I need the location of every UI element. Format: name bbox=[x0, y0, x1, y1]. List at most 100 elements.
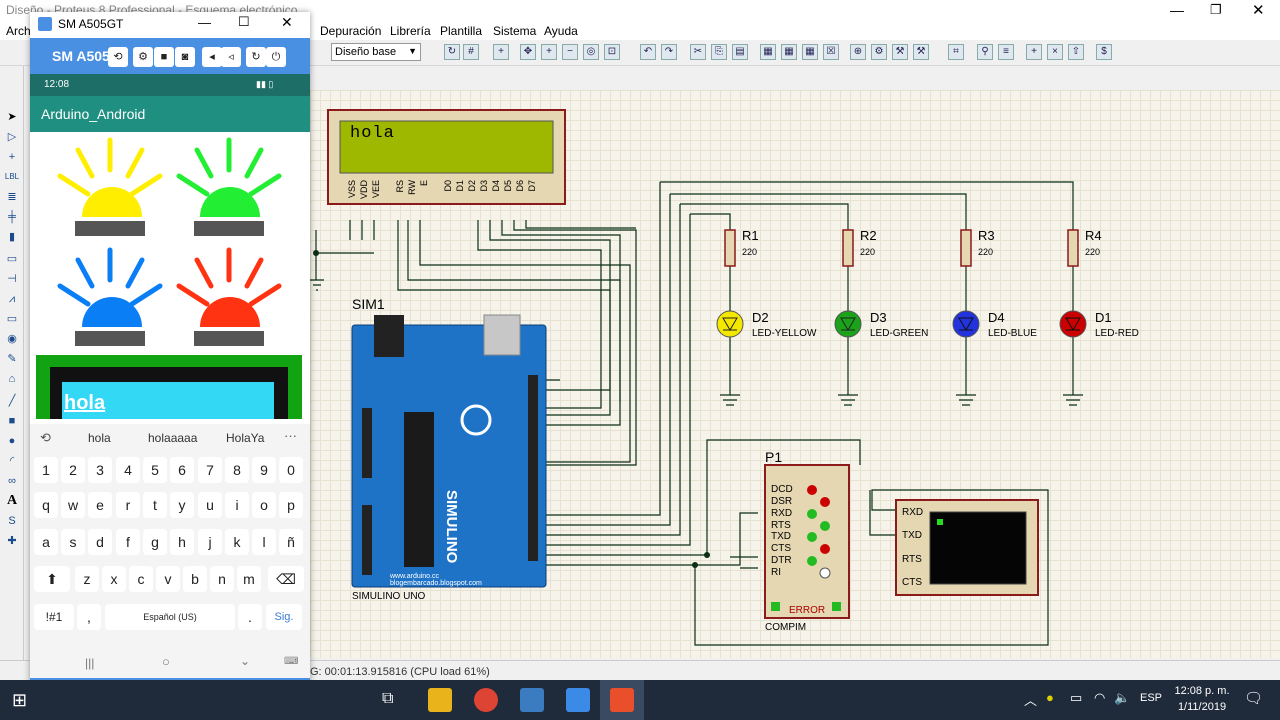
tray-chevron-icon[interactable]: ︿ bbox=[1024, 690, 1037, 709]
key[interactable]: v bbox=[156, 566, 180, 592]
key[interactable]: 7 bbox=[198, 457, 222, 483]
space-key[interactable]: Español (US) bbox=[105, 604, 235, 630]
key[interactable]: n bbox=[210, 566, 234, 592]
property-tool-icon[interactable]: ≡ bbox=[998, 44, 1014, 60]
key[interactable]: g bbox=[143, 529, 167, 555]
box-icon[interactable]: ■ bbox=[4, 414, 20, 428]
task-view-icon[interactable]: ⧉ bbox=[382, 690, 393, 708]
graph-icon[interactable]: ⩘ bbox=[4, 292, 20, 306]
key[interactable]: 0 bbox=[279, 457, 303, 483]
screenshot-icon[interactable]: ◙ bbox=[175, 47, 195, 67]
close-button[interactable]: ✕ bbox=[1252, 1, 1265, 19]
arc-icon[interactable]: ◜ bbox=[4, 454, 20, 468]
exit-parent-icon[interactable]: ⇧ bbox=[1068, 44, 1084, 60]
menu-archivo[interactable]: Arch bbox=[6, 24, 31, 38]
suggestion-refresh-icon[interactable]: ⟲ bbox=[40, 430, 51, 446]
blue-alarm-icon[interactable] bbox=[57, 247, 163, 346]
line-icon[interactable]: ╱ bbox=[4, 394, 20, 408]
zoom-all-icon[interactable]: ◎ bbox=[583, 44, 599, 60]
recents-icon[interactable]: ||| bbox=[85, 656, 94, 670]
key[interactable]: z bbox=[75, 566, 99, 592]
key[interactable]: r bbox=[116, 492, 140, 518]
key[interactable]: h bbox=[170, 529, 194, 555]
paste-icon[interactable]: ▤ bbox=[732, 44, 748, 60]
select-mode-icon[interactable]: ➤ bbox=[4, 110, 20, 124]
pick-device-icon[interactable]: ⊕ bbox=[850, 44, 866, 60]
suggestion[interactable]: HolaYa bbox=[226, 431, 264, 445]
key[interactable]: s bbox=[61, 529, 85, 555]
key[interactable]: 4 bbox=[116, 457, 140, 483]
menu-ayuda[interactable]: Ayuda bbox=[544, 24, 578, 38]
block-rotate-icon[interactable]: ▦ bbox=[802, 44, 818, 60]
path-icon[interactable]: ∞ bbox=[4, 474, 20, 488]
block-move-icon[interactable]: ▦ bbox=[781, 44, 797, 60]
junction-icon[interactable]: + bbox=[4, 150, 20, 164]
suggestion[interactable]: holaaaaa bbox=[148, 431, 197, 445]
period-key[interactable]: . bbox=[238, 604, 262, 630]
minimize-button[interactable]: — bbox=[198, 15, 211, 30]
bom-icon[interactable]: $ bbox=[1096, 44, 1112, 60]
battery-icon[interactable]: ▭ bbox=[1070, 690, 1082, 706]
symbol-icon[interactable]: S bbox=[4, 514, 20, 528]
schematic-canvas[interactable]: hola VSS VDD VEE RS RW E D0 D1 D2 D3 D4 … bbox=[310, 90, 1280, 658]
record-icon[interactable]: ■ bbox=[154, 47, 174, 67]
power-icon[interactable]: ⏻ bbox=[266, 47, 286, 67]
restore-button[interactable]: ❐ bbox=[1210, 2, 1222, 18]
taskbar-date[interactable]: 1/11/2019 bbox=[1170, 701, 1234, 713]
notifications-icon[interactable]: 🗨 bbox=[1244, 689, 1263, 707]
key[interactable]: f bbox=[116, 529, 140, 555]
volume-icon[interactable]: 🔈 bbox=[1114, 690, 1130, 706]
packaging-icon[interactable]: ⚒ bbox=[892, 44, 908, 60]
language-indicator[interactable]: ESP bbox=[1140, 692, 1162, 704]
close-button[interactable]: ✕ bbox=[281, 14, 293, 31]
menu-libreria[interactable]: Librería bbox=[390, 24, 431, 38]
key[interactable]: k bbox=[225, 529, 249, 555]
subcircuit-icon[interactable]: ▮ bbox=[4, 230, 20, 244]
copy-icon[interactable]: ⎘ bbox=[711, 44, 727, 60]
wifi-icon[interactable]: ◠ bbox=[1094, 690, 1105, 706]
file-explorer-icon[interactable] bbox=[428, 688, 452, 712]
key[interactable]: o bbox=[252, 492, 276, 518]
block-delete-icon[interactable]: ☒ bbox=[823, 44, 839, 60]
resistors[interactable] bbox=[724, 229, 1079, 267]
key[interactable]: 3 bbox=[88, 457, 112, 483]
key[interactable]: i bbox=[225, 492, 249, 518]
key[interactable]: e bbox=[88, 492, 112, 518]
red-alarm-icon[interactable] bbox=[176, 247, 282, 346]
keyboard-icon[interactable]: ⌨ bbox=[284, 656, 298, 667]
key[interactable]: 2 bbox=[61, 457, 85, 483]
key[interactable]: 8 bbox=[225, 457, 249, 483]
grid-icon[interactable]: # bbox=[463, 44, 479, 60]
yellow-alarm-icon[interactable] bbox=[57, 137, 163, 236]
symbols-key[interactable]: !#1 bbox=[34, 604, 74, 630]
text-script-icon[interactable]: ≣ bbox=[4, 190, 20, 204]
windows-start-icon[interactable]: ⊞ bbox=[12, 690, 27, 711]
cut-icon[interactable]: ✂ bbox=[690, 44, 706, 60]
menu-depuracion[interactable]: Depuración bbox=[320, 24, 381, 38]
zoom-out-icon[interactable]: − bbox=[562, 44, 578, 60]
key[interactable]: ñ bbox=[279, 529, 303, 555]
suggestion[interactable]: hola bbox=[88, 431, 111, 445]
text-icon[interactable]: A bbox=[4, 494, 20, 508]
mirror-app-icon[interactable] bbox=[566, 688, 590, 712]
key[interactable]: c bbox=[129, 566, 153, 592]
decompose-icon[interactable]: ⚒ bbox=[913, 44, 929, 60]
more-icon[interactable]: ··· bbox=[284, 428, 297, 443]
menu-sistema[interactable]: Sistema bbox=[493, 24, 536, 38]
chrome-icon[interactable] bbox=[474, 688, 498, 712]
volume-up-icon[interactable]: ◃ bbox=[221, 47, 241, 67]
remove-sheet-icon[interactable]: × bbox=[1047, 44, 1063, 60]
maximize-button[interactable]: ☐ bbox=[238, 14, 250, 30]
origin-icon[interactable]: + bbox=[493, 44, 509, 60]
active-task[interactable] bbox=[600, 680, 644, 720]
wire-autorouter-icon[interactable]: ⌗ bbox=[948, 44, 964, 60]
new-sheet-icon[interactable]: + bbox=[1026, 44, 1042, 60]
key[interactable]: l bbox=[252, 529, 276, 555]
menu-plantilla[interactable]: Plantilla bbox=[440, 24, 482, 38]
shift-icon[interactable]: ⬆ bbox=[34, 566, 70, 592]
instrument-icon[interactable]: ⌂ bbox=[4, 372, 20, 386]
key[interactable]: u bbox=[198, 492, 222, 518]
zoom-in-icon[interactable]: + bbox=[541, 44, 557, 60]
settings-icon[interactable]: ⚙ bbox=[133, 47, 153, 67]
make-device-icon[interactable]: ⚙ bbox=[871, 44, 887, 60]
